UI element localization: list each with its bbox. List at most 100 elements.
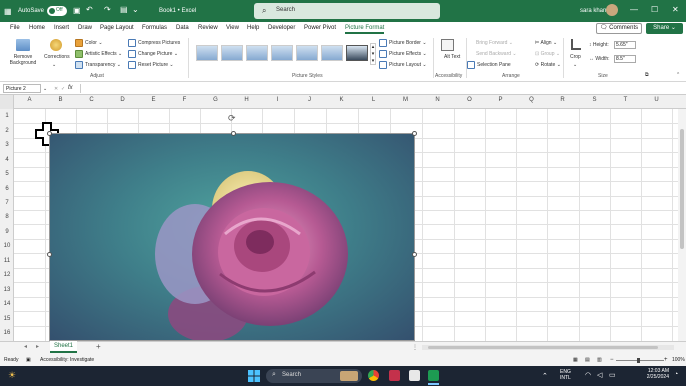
column-header[interactable]: I: [262, 97, 293, 103]
column-header[interactable]: T: [610, 97, 641, 103]
selection-pane-button[interactable]: Selection Pane: [477, 62, 511, 68]
compress-pictures-button[interactable]: Compress Pictures: [138, 40, 180, 46]
row-header[interactable]: 6: [0, 186, 14, 192]
prev-sheet-icon[interactable]: ◂: [24, 343, 27, 350]
zoom-level[interactable]: 100%: [672, 357, 685, 363]
customize-qat-icon[interactable]: ⌄: [132, 5, 139, 14]
alt-text-icon[interactable]: [441, 39, 454, 51]
column-header[interactable]: S: [579, 97, 610, 103]
weather-icon[interactable]: ☀: [8, 370, 16, 381]
tab-power-pivot[interactable]: Power Pivot: [304, 25, 336, 31]
formula-input[interactable]: [80, 84, 680, 93]
column-header[interactable]: G: [200, 97, 231, 103]
page-break-view-icon[interactable]: ▥: [597, 357, 602, 363]
notifications-icon[interactable]: ◔: [674, 371, 678, 378]
row-header[interactable]: 15: [0, 316, 14, 322]
column-header[interactable]: L: [358, 97, 389, 103]
column-header[interactable]: E: [138, 97, 169, 103]
form-icon[interactable]: ▤: [120, 5, 128, 14]
row-header[interactable]: 10: [0, 243, 14, 249]
h-scroll-thumb[interactable]: [428, 346, 658, 349]
column-header[interactable]: Q: [516, 97, 547, 103]
column-header[interactable]: J: [294, 97, 325, 103]
app-icon-red[interactable]: [389, 370, 400, 381]
sheet-tab-sheet1[interactable]: Sheet1: [50, 341, 77, 353]
taskbar-search[interactable]: ⌕ Search: [266, 369, 362, 383]
tab-view[interactable]: View: [226, 25, 239, 31]
crop-icon[interactable]: [571, 39, 581, 50]
row-header[interactable]: 1: [0, 113, 14, 119]
align-button[interactable]: ⊨ Align ⌄: [535, 40, 557, 46]
clock[interactable]: 12:03 AM 2/25/2024: [641, 368, 669, 380]
width-input[interactable]: 8.5": [614, 55, 636, 63]
column-header[interactable]: H: [231, 97, 262, 103]
picture-layout-button[interactable]: Picture Layout ⌄: [389, 62, 427, 68]
remove-background-icon[interactable]: [16, 39, 30, 51]
excel-taskbar-icon[interactable]: [428, 370, 439, 381]
close-icon[interactable]: ✕: [672, 5, 679, 14]
reset-picture-icon[interactable]: [128, 61, 136, 69]
picture-border-button[interactable]: Picture Border ⌄: [389, 40, 427, 46]
bring-forward-button[interactable]: Bring Forward ⌄: [476, 40, 513, 46]
resize-handle-left[interactable]: [47, 252, 52, 257]
zoom-slider[interactable]: [616, 360, 664, 361]
tab-split-handle-icon[interactable]: ⋮: [412, 344, 418, 351]
group-button[interactable]: ⊡ Group ⌄: [535, 51, 560, 57]
resize-handle-right[interactable]: [412, 252, 417, 257]
add-sheet-button[interactable]: +: [96, 342, 101, 351]
crop-dropdown-icon[interactable]: ⌄: [573, 62, 577, 68]
corrections-button[interactable]: Corrections: [44, 54, 70, 60]
change-picture-icon[interactable]: [128, 50, 136, 58]
picture-style-6[interactable]: [321, 45, 343, 61]
size-launcher-icon[interactable]: ⧉: [645, 72, 649, 78]
column-header[interactable]: R: [547, 97, 578, 103]
resize-handle-top-right[interactable]: [412, 131, 417, 136]
row-header[interactable]: 2: [0, 128, 14, 134]
language-indicator[interactable]: ENG INTL: [560, 369, 571, 381]
minimize-icon[interactable]: —: [630, 5, 638, 14]
reset-picture-button[interactable]: Reset Picture ⌄: [138, 62, 174, 68]
rotate-button[interactable]: ⟳ Rotate ⌄: [535, 62, 561, 68]
row-header[interactable]: 9: [0, 229, 14, 235]
artistic-effects-button[interactable]: Artistic Effects ⌄: [85, 51, 122, 57]
transparency-button[interactable]: Transparency ⌄: [85, 62, 121, 68]
column-header[interactable]: U: [641, 97, 672, 103]
undo-icon[interactable]: ↶: [86, 5, 93, 14]
row-header[interactable]: 13: [0, 287, 14, 293]
battery-icon[interactable]: ▭: [609, 371, 616, 379]
resize-handle-top[interactable]: [231, 131, 236, 136]
remove-background-button[interactable]: Remove Background: [8, 54, 38, 66]
column-header[interactable]: M: [390, 97, 421, 103]
collapse-ribbon-icon[interactable]: ⌃: [676, 72, 680, 78]
tab-home[interactable]: Home: [29, 25, 45, 31]
row-header[interactable]: 16: [0, 330, 14, 336]
avatar[interactable]: [606, 4, 618, 16]
color-icon[interactable]: [75, 39, 83, 47]
tray-chevron-icon[interactable]: ⌃: [542, 372, 548, 380]
color-button[interactable]: Color ⌄: [85, 40, 103, 46]
crop-button[interactable]: Crop: [570, 54, 581, 60]
redo-icon[interactable]: ↷: [104, 5, 111, 14]
picture-effects-button[interactable]: Picture Effects ⌄: [389, 51, 427, 57]
user-name[interactable]: sara khan: [580, 8, 606, 14]
picture-border-icon[interactable]: [379, 39, 387, 47]
scroll-thumb[interactable]: [680, 129, 684, 249]
rotate-handle-icon[interactable]: ⟳: [228, 113, 236, 124]
row-header[interactable]: 11: [0, 258, 14, 264]
zoom-slider-thumb[interactable]: [637, 358, 640, 363]
picture-style-4[interactable]: [271, 45, 293, 61]
corrections-dropdown-icon[interactable]: ⌄: [52, 62, 56, 68]
tab-help[interactable]: Help: [247, 25, 259, 31]
wifi-icon[interactable]: ◠: [585, 371, 591, 379]
send-backward-button[interactable]: Send Backward ⌄: [476, 51, 517, 57]
selected-picture[interactable]: [49, 133, 415, 341]
comments-button[interactable]: 🗨 Comments: [596, 23, 642, 34]
column-header[interactable]: C: [76, 97, 107, 103]
maximize-icon[interactable]: ☐: [651, 5, 658, 14]
selection-pane-icon[interactable]: [467, 61, 475, 69]
normal-view-icon[interactable]: ▦: [573, 357, 578, 363]
tab-draw[interactable]: Draw: [78, 25, 92, 31]
height-input[interactable]: 5.65": [614, 41, 636, 49]
column-header[interactable]: N: [422, 97, 453, 103]
windows-start-icon[interactable]: [248, 370, 260, 382]
